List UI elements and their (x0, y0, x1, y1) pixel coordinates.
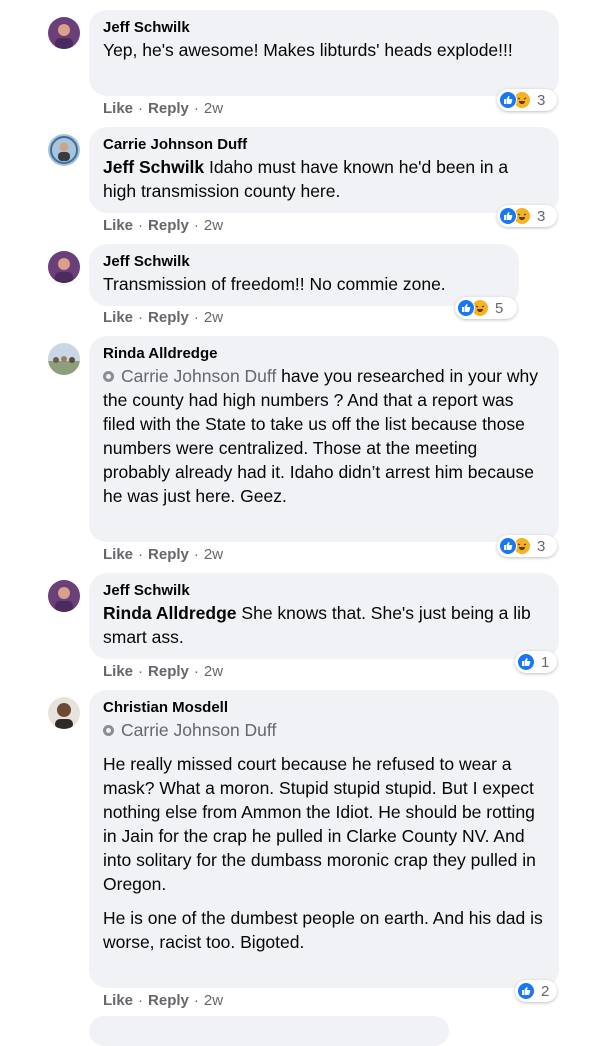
avatar[interactable] (48, 134, 80, 166)
comment-actions: Like · Reply · 2w (103, 546, 223, 564)
comment-author[interactable]: Rinda Alldredge (103, 344, 545, 364)
comment-bubble: Jeff Schwilk Transmission of freedom!! N… (89, 244, 519, 306)
reply-button[interactable]: Reply (148, 100, 189, 117)
separator: · (193, 309, 199, 326)
reaction-summary[interactable]: 1 (515, 651, 557, 673)
avatar[interactable] (48, 251, 80, 283)
comment-author[interactable]: Carrie Johnson Duff (103, 135, 545, 155)
avatar[interactable] (48, 17, 80, 49)
like-button[interactable]: Like (103, 100, 133, 117)
reaction-summary[interactable]: 2 (515, 980, 557, 1002)
reply-button[interactable]: Reply (148, 546, 189, 563)
comment-text: Carrie Johnson Duff have you researched … (103, 366, 538, 506)
reply-button[interactable]: Reply (148, 309, 189, 326)
like-button[interactable]: Like (103, 992, 133, 1009)
comment-bubble: Carrie Johnson Duff Jeff Schwilk Idaho m… (89, 127, 559, 213)
reaction-count: 3 (537, 537, 546, 555)
separator: · (138, 546, 144, 563)
like-reaction-icon (457, 299, 475, 317)
timestamp[interactable]: 2w (204, 663, 223, 680)
like-reaction-icon (499, 537, 517, 555)
like-button[interactable]: Like (103, 546, 133, 563)
comment-text: Yep, he's awesome! Makes libturds' heads… (103, 40, 513, 60)
timestamp[interactable]: 2w (204, 217, 223, 234)
mention-link[interactable]: Jeff Schwilk (103, 157, 204, 177)
reply-button[interactable]: Reply (148, 992, 189, 1009)
avatar[interactable] (48, 697, 80, 729)
separator: · (193, 992, 199, 1009)
reply-button[interactable]: Reply (148, 217, 189, 234)
reaction-count: 5 (495, 299, 504, 317)
comment-actions: Like · Reply · 2w (103, 663, 223, 681)
comment-actions: Like · Reply · 2w (103, 992, 223, 1010)
tagged-user[interactable]: Carrie Johnson Duff (103, 718, 545, 742)
tagged-user[interactable]: Carrie Johnson Duff (103, 366, 276, 386)
comment-text: Rinda Alldredge She knows that. She's ju… (103, 603, 531, 647)
separator: · (138, 992, 144, 1009)
comment-text: Jeff Schwilk Idaho must have known he'd … (103, 157, 509, 201)
comment-paragraph: He really missed court because he refuse… (103, 754, 536, 894)
timestamp[interactable]: 2w (204, 992, 223, 1009)
separator: · (193, 217, 199, 234)
like-reaction-icon (499, 91, 517, 109)
reaction-summary[interactable]: 3 (497, 205, 557, 227)
like-reaction-icon (517, 653, 535, 671)
comment-bubble: Rinda Alldredge Carrie Johnson Duff have… (89, 336, 559, 542)
like-reaction-icon (499, 207, 517, 225)
separator: · (193, 546, 199, 563)
separator: · (138, 100, 144, 117)
next-comment-bubble (89, 1016, 449, 1046)
comment-bubble: Christian Mosdell Carrie Johnson Duff He… (89, 690, 559, 988)
comment-bubble: Jeff Schwilk Rinda Alldredge She knows t… (89, 573, 559, 659)
separator: · (138, 217, 144, 234)
comment-paragraph: He is one of the dumbest people on earth… (103, 908, 543, 952)
avatar[interactable] (48, 343, 80, 375)
comment-actions: Like · Reply · 2w (103, 309, 223, 327)
tag-icon (103, 725, 114, 736)
reaction-count: 3 (537, 207, 546, 225)
reply-button[interactable]: Reply (148, 663, 189, 680)
like-button[interactable]: Like (103, 663, 133, 680)
avatar[interactable] (48, 580, 80, 612)
timestamp[interactable]: 2w (204, 546, 223, 563)
tag-icon (103, 371, 114, 382)
comment-author[interactable]: Jeff Schwilk (103, 581, 545, 601)
comment-actions: Like · Reply · 2w (103, 100, 223, 118)
reaction-summary[interactable]: 3 (497, 89, 557, 111)
comment-text: Carrie Johnson Duff He really missed cou… (103, 718, 545, 954)
reaction-summary[interactable]: 3 (497, 535, 557, 557)
reaction-count: 2 (541, 982, 550, 1000)
comment-actions: Like · Reply · 2w (103, 217, 223, 235)
separator: · (193, 663, 199, 680)
separator: · (193, 100, 199, 117)
comment-author[interactable]: Christian Mosdell (103, 698, 545, 718)
like-button[interactable]: Like (103, 309, 133, 326)
timestamp[interactable]: 2w (204, 309, 223, 326)
separator: · (138, 663, 144, 680)
comment-author[interactable]: Jeff Schwilk (103, 252, 505, 272)
like-reaction-icon (517, 982, 535, 1000)
comment-bubble: Jeff Schwilk Yep, he's awesome! Makes li… (89, 10, 559, 96)
mention-link[interactable]: Rinda Alldredge (103, 603, 237, 623)
reaction-summary[interactable]: 5 (455, 297, 517, 319)
comment-text: Transmission of freedom!! No commie zone… (103, 274, 446, 294)
like-button[interactable]: Like (103, 217, 133, 234)
separator: · (138, 309, 144, 326)
reaction-count: 1 (541, 653, 550, 671)
timestamp[interactable]: 2w (204, 100, 223, 117)
reaction-count: 3 (537, 91, 546, 109)
comment-author[interactable]: Jeff Schwilk (103, 18, 545, 38)
